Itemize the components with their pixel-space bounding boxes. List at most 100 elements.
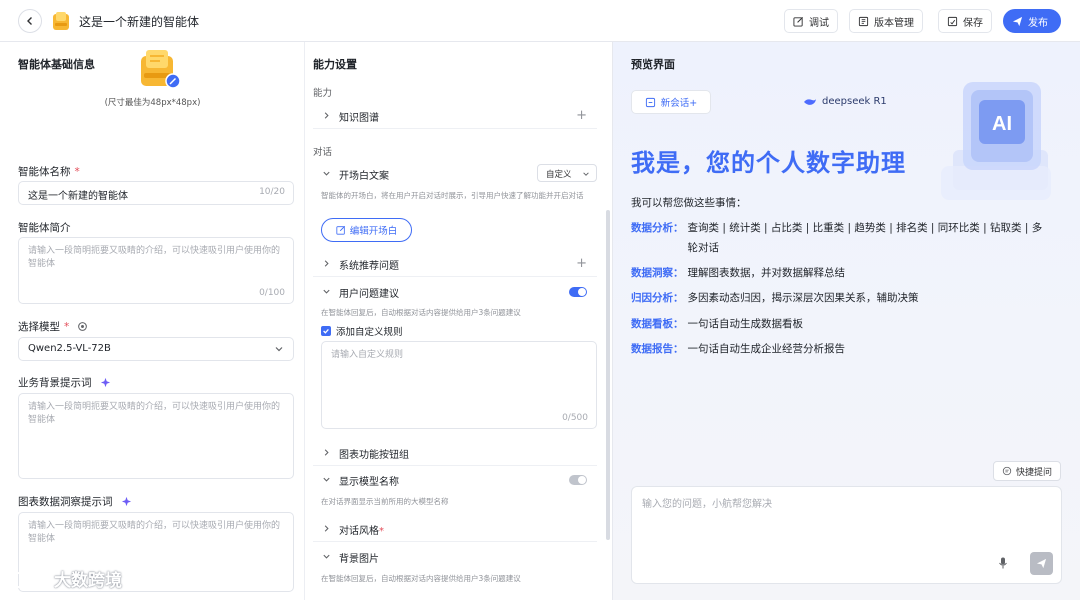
insight-prompt-placeholder: 请输入一段简明扼要又吸睛的介绍，可以快速吸引用户使用你的智能体	[28, 521, 281, 544]
plus-icon[interactable]: +	[576, 257, 587, 270]
row-bg-image[interactable]: 背景图片	[313, 544, 597, 570]
bg-image-desc: 在智能体回复后，自动根据对话内容提供给用户3条问题建议	[321, 574, 521, 583]
middle-scrollbar[interactable]	[606, 210, 610, 540]
show-model-desc: 在对话界面显示当前所用的大模型名称	[321, 497, 449, 506]
debug-button[interactable]: 调试	[784, 9, 838, 33]
quick-ask-label: 快捷提问	[1015, 467, 1052, 478]
ai-chip-illustration: AI	[941, 82, 1051, 200]
model-name: deepseek R1	[822, 96, 887, 107]
publish-button[interactable]: 发布	[1003, 9, 1061, 33]
feature-key: 归因分析：	[631, 292, 684, 304]
new-chat-icon	[645, 97, 655, 107]
publish-label: 发布	[1028, 17, 1048, 29]
preview-title: 预览界面	[631, 58, 675, 71]
capability-intro: 我可以帮您做这些事情：	[631, 197, 747, 209]
feature-key: 数据看板：	[631, 318, 684, 330]
model-select[interactable]: Qwen2.5-VL-72B	[18, 337, 294, 361]
insight-prompt-label-text: 图表数据洞察提示词	[18, 496, 113, 508]
edit-opening-label: 编辑开场白	[349, 226, 398, 237]
show-model-name-toggle[interactable]	[569, 475, 587, 485]
whale-icon	[804, 98, 816, 105]
name-value: 这是一个新建的智能体	[28, 191, 128, 202]
new-chat-button[interactable]: 新会话+	[631, 90, 711, 114]
intro-textarea[interactable]: 请输入一段简明扼要又吸睛的介绍，可以快速吸引用户使用你的智能体 0/100	[18, 237, 294, 304]
insight-prompt-label: 图表数据洞察提示词	[18, 494, 132, 509]
chevron-right-icon	[324, 260, 329, 267]
avatar-upload[interactable]	[138, 46, 182, 90]
avatar-size-hint: (尺寸最佳为48px*48px)	[104, 98, 201, 108]
bg-prompt-label-text: 业务背景提示词	[18, 377, 92, 389]
dialog-style-label: 对话风格*	[339, 522, 384, 537]
quick-ask-icon	[1002, 466, 1012, 476]
custom-rule-checkbox[interactable]: 添加自定义规则	[321, 324, 403, 338]
row-opening-text[interactable]: 开场白文案 自定义	[313, 161, 597, 187]
settings-icon[interactable]	[77, 321, 88, 332]
feature-value: 理解图表数据，并对数据解释总结	[687, 267, 846, 279]
model-value: Qwen2.5-VL-72B	[28, 343, 111, 354]
chat-placeholder: 输入您的问题，小航帮您解决	[642, 499, 772, 510]
feature-item: 数据洞察： 理解图表数据，并对数据解释总结	[631, 263, 1048, 283]
row-dialog-style[interactable]: 对话风格*	[313, 516, 597, 542]
chevron-right-icon	[324, 449, 329, 456]
feature-key: 数据分析：	[631, 222, 684, 234]
custom-rule-char-count: 0/500	[562, 413, 588, 423]
page-title: 这是一个新建的智能体	[79, 15, 200, 29]
bg-prompt-placeholder: 请输入一段简明扼要又吸睛的介绍，可以快速吸引用户使用你的智能体	[28, 402, 281, 425]
magic-icon[interactable]	[121, 496, 132, 507]
chevron-down-icon	[323, 289, 330, 294]
version-button[interactable]: 版本管理	[849, 9, 923, 33]
custom-rule-label: 添加自定义规则	[336, 327, 403, 338]
microphone-icon[interactable]	[996, 556, 1010, 570]
save-button[interactable]: 保存	[938, 9, 992, 33]
custom-rule-placeholder: 请输入自定义规则	[331, 350, 404, 360]
row-recommended-questions[interactable]: 系统推荐问题 +	[313, 251, 597, 277]
required-mark: *	[64, 320, 70, 333]
basic-info-title: 智能体基础信息	[18, 58, 95, 71]
user-suggestions-toggle[interactable]	[569, 287, 587, 297]
back-button[interactable]	[18, 9, 42, 33]
agent-avatar-icon	[53, 12, 69, 30]
model-tag: deepseek R1	[803, 96, 887, 107]
plus-icon[interactable]: +	[576, 109, 587, 122]
top-bar: 这是一个新建的智能体 调试 版本管理 保存 发布	[0, 0, 1080, 42]
custom-rule-textarea[interactable]: 请输入自定义规则 0/500	[321, 341, 597, 429]
chevron-down-icon	[323, 554, 330, 559]
chevron-down-icon	[583, 172, 589, 176]
user-suggestions-desc: 在智能体回复后，自动根据对话内容提供给用户3条问题建议	[321, 308, 521, 317]
show-model-name-label: 显示模型名称	[339, 477, 399, 488]
magic-icon[interactable]	[100, 377, 111, 388]
feature-item: 数据分析： 查询类 | 统计类 | 占比类 | 比重类 | 趋势类 | 排名类 |…	[631, 218, 1048, 258]
chevron-right-icon	[324, 525, 329, 532]
check-icon	[323, 328, 329, 334]
checkbox-checked[interactable]	[321, 326, 331, 336]
bg-prompt-label: 业务背景提示词	[18, 375, 111, 390]
debug-label: 调试	[809, 17, 829, 29]
opening-mode-select[interactable]: 自定义	[537, 164, 597, 182]
bg-prompt-textarea[interactable]: 请输入一段简明扼要又吸睛的介绍，可以快速吸引用户使用你的智能体	[18, 393, 294, 479]
model-label: 选择模型 *	[18, 319, 88, 334]
recommended-questions-label: 系统推荐问题	[339, 261, 399, 272]
row-show-model-name[interactable]: 显示模型名称	[313, 467, 597, 493]
required-mark: *	[379, 526, 384, 537]
intro-placeholder: 请输入一段简明扼要又吸睛的介绍，可以快速吸引用户使用你的智能体	[28, 246, 281, 269]
quick-ask-button[interactable]: 快捷提问	[993, 461, 1061, 481]
feature-value: 一句话自动生成数据看板	[687, 318, 804, 330]
send-icon	[1036, 558, 1047, 569]
dialog-style-text: 对话风格	[339, 526, 379, 537]
feature-item: 数据报告： 一句话自动生成企业经营分析报告	[631, 339, 1048, 359]
row-chart-buttons[interactable]: 图表功能按钮组	[313, 440, 597, 466]
chart-buttons-label: 图表功能按钮组	[339, 450, 409, 461]
edit-opening-button[interactable]: 编辑开场白	[321, 218, 412, 242]
opening-mode-value: 自定义	[546, 170, 572, 180]
bg-image-label: 背景图片	[339, 554, 379, 565]
chat-input[interactable]: 输入您的问题，小航帮您解决	[631, 486, 1062, 584]
group-ability: 能力	[313, 88, 333, 99]
name-input[interactable]: 这是一个新建的智能体 10/20	[18, 181, 294, 205]
feature-item: 数据看板： 一句话自动生成数据看板	[631, 314, 1048, 334]
row-knowledge-graph[interactable]: 知识图谱 +	[313, 103, 597, 129]
send-button[interactable]	[1030, 552, 1053, 575]
watermark: 大数跨境	[8, 566, 122, 591]
edit-icon	[793, 16, 803, 27]
row-user-suggestions[interactable]: 用户问题建议	[313, 279, 597, 305]
send-icon	[1012, 16, 1023, 26]
